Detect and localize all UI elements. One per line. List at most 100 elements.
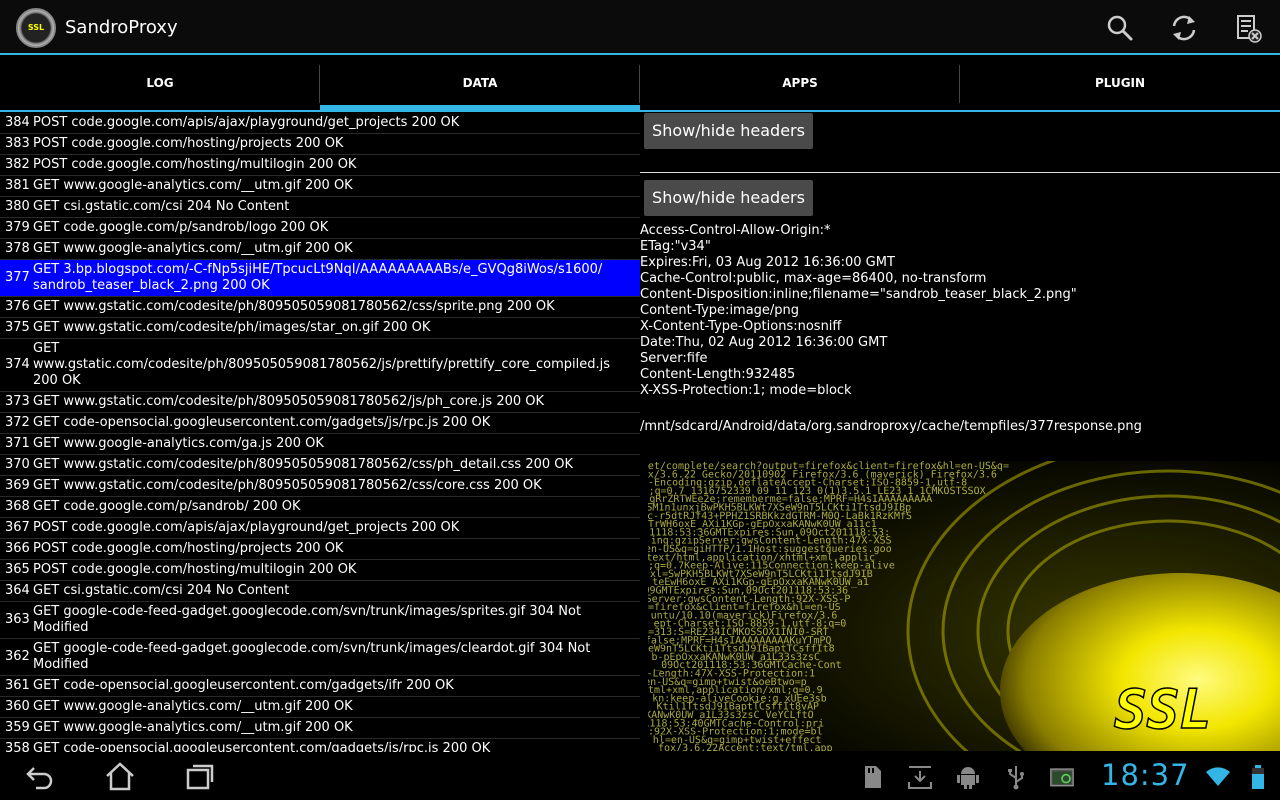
request-row[interactable]: 369 GET www.gstatic.com/codesite/ph/80950… bbox=[0, 476, 640, 497]
request-number: 382 bbox=[5, 157, 30, 172]
request-row[interactable]: 376 GET www.gstatic.com/codesite/ph/80950… bbox=[0, 297, 640, 318]
request-row[interactable]: 372 GET code-opensocial.googleusercontent… bbox=[0, 413, 640, 434]
back-icon[interactable] bbox=[24, 760, 56, 792]
request-summary: GET 3.bp.blogspot.com/-C-fNp5sjiHE/Tpcuc… bbox=[33, 262, 603, 293]
battery-icon bbox=[1246, 764, 1264, 790]
home-icon[interactable] bbox=[104, 760, 136, 792]
request-row[interactable]: 379 GET code.google.com/p/sandrob/logo 20… bbox=[0, 218, 640, 239]
android-debug-icon[interactable] bbox=[956, 764, 980, 790]
request-row[interactable]: 367 POST code.google.com/apis/ajax/playgr… bbox=[0, 518, 640, 539]
request-list[interactable]: 384 POST code.google.com/apis/ajax/playgr… bbox=[0, 113, 640, 781]
response-headers: Access-Control-Allow-Origin:* ETag:"v34" E… bbox=[640, 223, 1077, 399]
header-line: Access-Control-Allow-Origin:* bbox=[640, 223, 831, 238]
request-row[interactable]: 382 POST code.google.com/hosting/multilog… bbox=[0, 155, 640, 176]
request-row[interactable]: 381 GET www.google-analytics.com/__utm.gi… bbox=[0, 176, 640, 197]
request-number: 379 bbox=[5, 220, 30, 235]
request-row[interactable]: 375 GET www.gstatic.com/codesite/ph/image… bbox=[0, 318, 640, 339]
request-summary: POST code.google.com/apis/ajax/playgroun… bbox=[33, 115, 460, 130]
request-row[interactable]: 383 POST code.google.com/hosting/projects… bbox=[0, 134, 640, 155]
app-icon-text: SSL bbox=[27, 23, 45, 32]
request-summary: GET www.gstatic.com/codesite/ph/80950505… bbox=[33, 478, 542, 493]
request-row-selected[interactable]: 377 GET 3.bp.blogspot.com/-C-fNp5sjiHE/Tp… bbox=[0, 260, 640, 297]
request-headers-toggle-button[interactable]: Show/hide headers bbox=[644, 113, 813, 149]
action-bar: SSL SandroProxy bbox=[0, 0, 1280, 55]
request-summary: GET csi.gstatic.com/csi 204 No Content bbox=[33, 583, 290, 598]
divider bbox=[640, 172, 1280, 173]
response-file-path: /mnt/sdcard/Android/data/org.sandroproxy… bbox=[640, 419, 1142, 434]
header-line: Server:fife bbox=[640, 351, 708, 366]
tab-plugin-label: PLUGIN bbox=[1094, 76, 1146, 90]
request-number: 366 bbox=[5, 541, 30, 556]
request-row[interactable]: 362 GET google-code-feed-gadget.googlecod… bbox=[0, 639, 640, 676]
request-row[interactable]: 380 GET csi.gstatic.com/csi 204 No Conten… bbox=[0, 197, 640, 218]
request-summary: GET www.gstatic.com/codesite/ph/80950505… bbox=[33, 457, 574, 472]
header-line: Content-Type:image/png bbox=[640, 303, 800, 318]
request-row[interactable]: 371 GET www.google-analytics.com/ga.js 20… bbox=[0, 434, 640, 455]
request-number: 368 bbox=[5, 499, 30, 514]
request-summary: GET www.google-analytics.com/__utm.gif 2… bbox=[33, 241, 353, 256]
request-summary: GET www.gstatic.com/codesite/ph/80950505… bbox=[33, 299, 555, 314]
wifi-icon bbox=[1206, 764, 1230, 790]
request-number: 384 bbox=[5, 115, 30, 130]
request-row[interactable]: 384 POST code.google.com/apis/ajax/playgr… bbox=[0, 113, 640, 134]
request-row[interactable]: 361 GET code-opensocial.googleusercontent… bbox=[0, 676, 640, 697]
request-number: 370 bbox=[5, 457, 30, 472]
request-row[interactable]: 363 GET google-code-feed-gadget.googlecod… bbox=[0, 602, 640, 639]
tab-data[interactable]: DATA bbox=[320, 57, 640, 110]
request-row[interactable]: 360 GET www.google-analytics.com/__utm.gi… bbox=[0, 697, 640, 718]
app-title: SandroProxy bbox=[65, 17, 178, 38]
request-summary: GET code-opensocial.googleusercontent.co… bbox=[33, 678, 454, 693]
request-row[interactable]: 370 GET www.gstatic.com/codesite/ph/80950… bbox=[0, 455, 640, 476]
request-number: 367 bbox=[5, 520, 30, 535]
request-number: 361 bbox=[5, 678, 30, 693]
request-number: 373 bbox=[5, 394, 30, 409]
tab-selected-indicator bbox=[320, 105, 640, 110]
request-row[interactable]: 359 GET www.google-analytics.com/__utm.gi… bbox=[0, 718, 640, 739]
header-line: Expires:Fri, 03 Aug 2012 16:36:00 GMT bbox=[640, 255, 895, 270]
clear-list-icon[interactable] bbox=[1232, 12, 1264, 44]
tab-plugin[interactable]: PLUGIN bbox=[960, 57, 1280, 110]
request-summary: GET google-code-feed-gadget.googlecode.c… bbox=[33, 604, 586, 635]
app-icon[interactable]: SSL bbox=[16, 8, 56, 48]
request-row[interactable]: 378 GET www.google-analytics.com/__utm.gi… bbox=[0, 239, 640, 260]
request-row[interactable]: 373 GET www.gstatic.com/codesite/ph/80950… bbox=[0, 392, 640, 413]
sdcard-icon[interactable] bbox=[860, 764, 884, 790]
request-number: 380 bbox=[5, 199, 30, 214]
screenshot-icon[interactable] bbox=[1050, 764, 1080, 790]
download-icon[interactable] bbox=[908, 764, 932, 790]
search-icon[interactable] bbox=[1104, 12, 1136, 44]
header-line: X-XSS-Protection:1; mode=block bbox=[640, 383, 852, 398]
tab-data-label: DATA bbox=[462, 76, 498, 90]
request-summary: POST code.google.com/hosting/projects 20… bbox=[33, 136, 344, 151]
request-summary: POST code.google.com/hosting/projects 20… bbox=[33, 541, 344, 556]
request-summary: GET code-opensocial.googleusercontent.co… bbox=[33, 415, 491, 430]
header-line: ETag:"v34" bbox=[640, 239, 711, 254]
tab-apps[interactable]: APPS bbox=[640, 57, 960, 110]
request-number: 365 bbox=[5, 562, 30, 577]
request-number: 363 bbox=[5, 612, 30, 627]
request-summary: GET www.google-analytics.com/__utm.gif 2… bbox=[33, 178, 353, 193]
request-summary: GET www.gstatic.com/codesite/ph/images/s… bbox=[33, 320, 431, 335]
tab-log-label: LOG bbox=[146, 76, 174, 90]
header-line: X-Content-Type-Options:nosniff bbox=[640, 319, 842, 334]
refresh-icon[interactable] bbox=[1168, 12, 1200, 44]
usb-icon[interactable] bbox=[1004, 764, 1028, 790]
tab-apps-label: APPS bbox=[782, 76, 818, 90]
tab-log[interactable]: LOG bbox=[0, 57, 320, 110]
recent-apps-icon[interactable] bbox=[184, 760, 216, 792]
request-summary: POST code.google.com/apis/ajax/playgroun… bbox=[33, 520, 460, 535]
request-number: 372 bbox=[5, 415, 30, 430]
detail-pane: Show/hide headers Show/hide headers Acce… bbox=[640, 113, 1280, 753]
request-summary: POST code.google.com/hosting/multilogin … bbox=[33, 157, 357, 172]
request-row[interactable]: 365 POST code.google.com/hosting/multilog… bbox=[0, 560, 640, 581]
request-summary: GET www.google-analytics.com/__utm.gif 2… bbox=[33, 699, 353, 714]
tab-bar: LOG DATA APPS PLUGIN bbox=[0, 57, 1280, 112]
request-number: 360 bbox=[5, 699, 30, 714]
request-summary: GET google-code-feed-gadget.googlecode.c… bbox=[33, 641, 595, 672]
request-row[interactable]: 366 POST code.google.com/hosting/projects… bbox=[0, 539, 640, 560]
ssl-teaser-image: et/complete/search?output=firefox&client… bbox=[648, 461, 1280, 751]
request-row[interactable]: 374 GET www.gstatic.com/codesite/ph/80950… bbox=[0, 339, 640, 392]
response-headers-toggle-button[interactable]: Show/hide headers bbox=[644, 180, 813, 216]
request-row[interactable]: 368 GET code.google.com/p/sandrob/ 200 OK bbox=[0, 497, 640, 518]
request-row[interactable]: 364 GET csi.gstatic.com/csi 204 No Conten… bbox=[0, 581, 640, 602]
